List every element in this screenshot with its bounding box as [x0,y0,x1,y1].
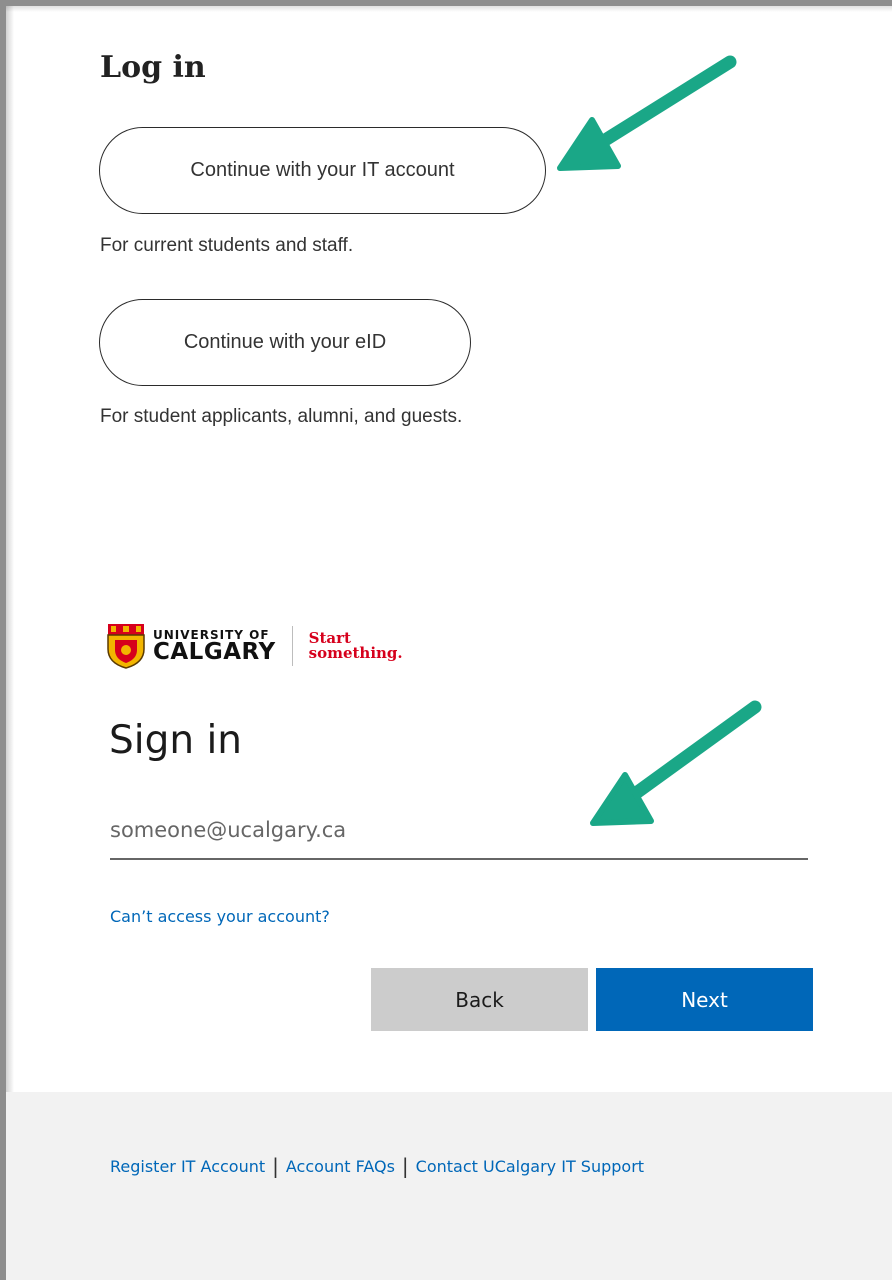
signin-title: Sign in [109,718,243,763]
contact-it-support-link[interactable]: Contact UCalgary IT Support [416,1157,644,1176]
next-button[interactable]: Next [596,968,813,1031]
it-account-button[interactable]: Continue with your IT account [99,127,546,214]
footer-links: Register IT Account | Account FAQs | Con… [110,1154,644,1178]
logo-line-2: CALGARY [153,638,276,665]
frame-shadow [6,6,14,1280]
annotation-arrow-icon [557,55,737,171]
frame-shadow-top [6,6,892,12]
eid-note: For student applicants, alumni, and gues… [100,406,463,427]
tagline-line-2: something. [308,644,403,662]
login-heading: Log in [100,50,206,85]
footer-separator: | [401,1154,409,1178]
university-crest-icon [107,624,145,669]
university-logo: UNIVERSITY OF CALGARY Start something. [107,622,447,670]
cant-access-link[interactable]: Can’t access your account? [110,907,330,926]
back-button[interactable]: Back [371,968,588,1031]
footer-separator: | [272,1154,279,1178]
it-account-note: For current students and staff. [100,235,354,256]
account-faqs-link[interactable]: Account FAQs [286,1157,395,1176]
footer: Register IT Account | Account FAQs | Con… [6,1092,892,1280]
annotation-arrow-icon [590,700,762,826]
logo-divider [291,626,293,666]
eid-button[interactable]: Continue with your eID [99,299,471,386]
register-it-account-link[interactable]: Register IT Account [110,1157,265,1176]
